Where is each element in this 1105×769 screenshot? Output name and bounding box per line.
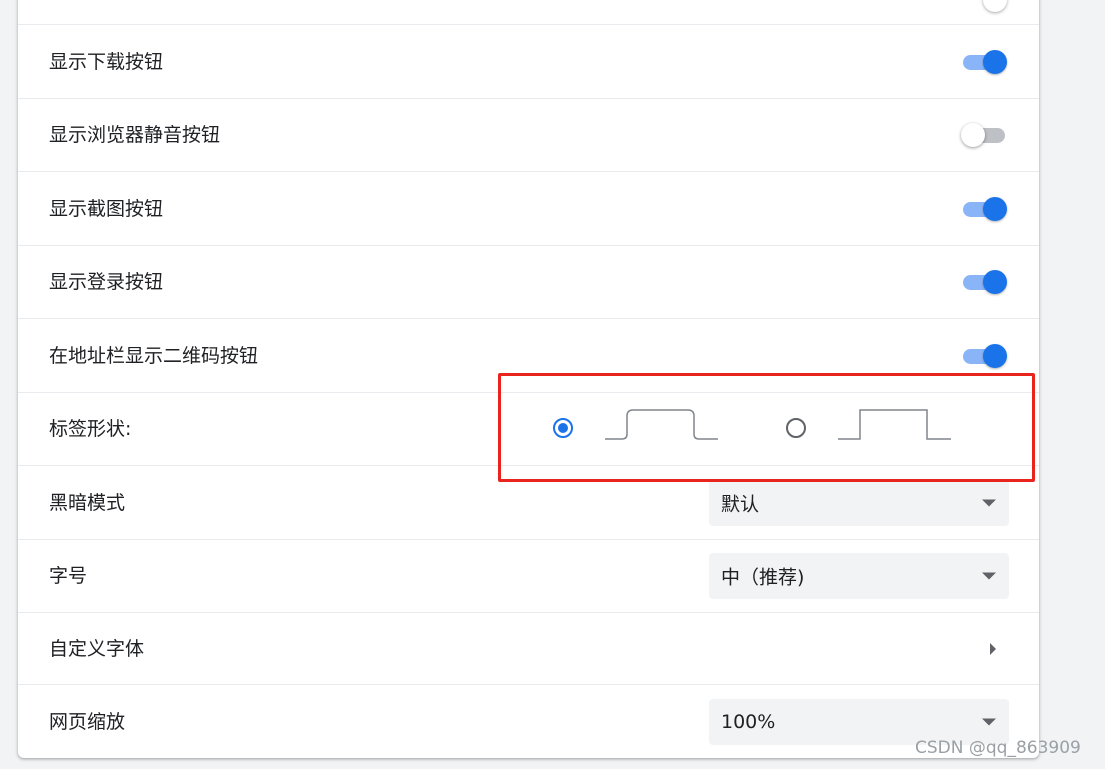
select-value: 100% [721, 710, 776, 733]
setting-label: 显示浏览器静音按钮 [49, 124, 221, 146]
toggle-knob [983, 270, 1007, 294]
qrcode-button-toggle[interactable] [961, 343, 1009, 369]
setting-label: 显示登录按钮 [49, 271, 164, 293]
setting-label: 黑暗模式 [49, 491, 126, 514]
font-size-select[interactable]: 中（推荐) [709, 553, 1009, 599]
setting-row-qrcode-button: 在地址栏显示二维码按钮 [18, 318, 1039, 392]
setting-row-mute-button: 显示浏览器静音按钮 [18, 98, 1039, 171]
setting-row-screenshot-button: 显示截图按钮 [18, 171, 1039, 245]
setting-label: 标签形状: [49, 418, 132, 440]
setting-label: 自定义字体 [49, 637, 145, 660]
setting-row-font-size: 字号 中（推荐) [18, 539, 1039, 612]
setting-label: 在地址栏显示二维码按钮 [49, 344, 259, 367]
mute-button-toggle[interactable] [961, 122, 1009, 148]
dropdown-arrow-icon [982, 499, 996, 506]
screenshot-button-toggle[interactable] [961, 196, 1009, 222]
select-value: 默认 [721, 493, 760, 515]
download-button-toggle[interactable] [961, 49, 1009, 75]
toggle-knob [983, 49, 1007, 74]
login-button-toggle[interactable] [961, 269, 1009, 295]
setting-label: 网页缩放 [49, 710, 126, 733]
setting-row-dark-mode: 黑暗模式 默认 [18, 465, 1039, 539]
setting-label: 字号 [49, 565, 88, 587]
toggle-knob [983, 343, 1007, 368]
toggle-knob [983, 196, 1007, 221]
dark-mode-select[interactable]: 默认 [709, 479, 1009, 526]
setting-row-download-button: 显示下载按钮 [18, 24, 1039, 98]
setting-row-tab-shape: 标签形状: [18, 392, 1039, 465]
setting-row-page-zoom: 网页缩放 100% [18, 684, 1039, 758]
toggle-knob [961, 123, 985, 147]
select-value: 中（推荐) [721, 566, 805, 589]
tab-shape-square-radio[interactable] [786, 418, 806, 438]
setting-label: 显示截图按钮 [49, 197, 164, 220]
setting-label: 显示下载按钮 [49, 50, 164, 73]
rounded-tab-icon [605, 409, 718, 440]
setting-row-login-button: 显示登录按钮 [18, 245, 1039, 318]
square-tab-icon [838, 409, 951, 440]
dropdown-arrow-icon [982, 572, 996, 580]
setting-row-custom-font[interactable]: 自定义字体 [18, 612, 1039, 684]
watermark: CSDN @qq_863909 [915, 738, 1081, 758]
dropdown-arrow-icon [982, 718, 996, 725]
tab-shape-rounded-radio[interactable] [553, 418, 573, 438]
chevron-right-icon[interactable] [990, 642, 996, 655]
